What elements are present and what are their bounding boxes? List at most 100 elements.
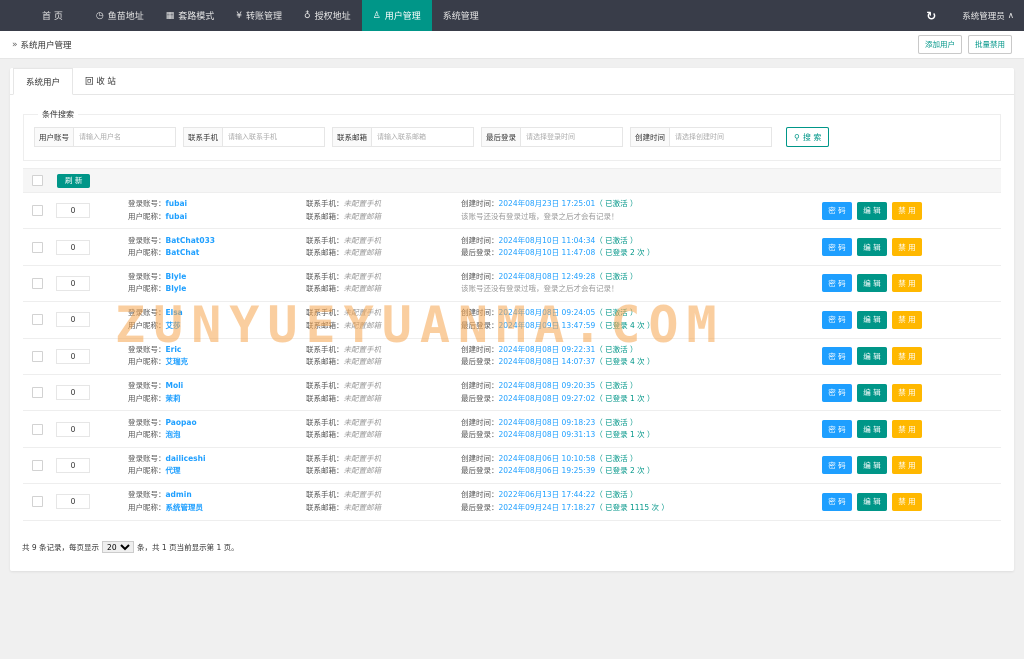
row-checkbox[interactable] [32, 350, 43, 362]
row-checkbox[interactable] [32, 314, 43, 326]
account-cell: 登录账号：fubai 用户昵称：fubai [128, 198, 187, 223]
breadcrumb-actions: 添加用户 批量禁用 [918, 35, 1012, 54]
disable-button[interactable]: 禁 用 [892, 238, 922, 257]
search-button-label: 搜 索 [802, 132, 822, 142]
password-button[interactable]: 密 码 [822, 238, 852, 257]
password-button[interactable]: 密 码 [822, 274, 852, 293]
password-button[interactable]: 密 码 [822, 347, 852, 366]
phone-label: 联系手机： [306, 199, 344, 209]
row-checkbox[interactable] [32, 496, 43, 508]
last-login-input[interactable] [521, 128, 622, 146]
sort-input[interactable]: 0 [56, 494, 90, 510]
nav-home[interactable]: 首 页 [0, 0, 85, 31]
batch-disable-button[interactable]: 批量禁用 [968, 35, 1012, 54]
disable-button[interactable]: 禁 用 [892, 456, 922, 475]
tab-recycle-bin[interactable]: 回 收 站 [73, 68, 128, 94]
refresh-button[interactable]: 刷 新 [57, 173, 91, 188]
nav-fish-address[interactable]: ◷ 鱼苗地址 [85, 0, 155, 31]
disable-button[interactable]: 禁 用 [892, 310, 922, 329]
row-checkbox[interactable] [32, 241, 43, 253]
edit-button[interactable]: 编 辑 [857, 310, 887, 329]
edit-button[interactable]: 编 辑 [857, 456, 887, 475]
row-checkbox[interactable] [32, 387, 43, 399]
disable-button[interactable]: 禁 用 [892, 274, 922, 293]
phone-value: 未配置手机 [343, 308, 382, 318]
page-size-select[interactable]: 20 [102, 541, 135, 553]
row-actions: 密 码 编 辑 禁 用 [822, 492, 922, 511]
sort-input[interactable]: 0 [56, 348, 90, 364]
disable-button[interactable]: 禁 用 [892, 347, 922, 366]
edit-button[interactable]: 编 辑 [857, 201, 887, 220]
disable-button[interactable]: 禁 用 [892, 201, 922, 220]
search-fieldset: 条件搜索 用户账号 联系手机 联系邮箱 最后登录 创建时间 ⚲搜 索 [23, 109, 1001, 161]
password-button[interactable]: 密 码 [822, 456, 852, 475]
edit-button[interactable]: 编 辑 [857, 383, 887, 402]
password-button[interactable]: 密 码 [822, 492, 852, 511]
sort-input[interactable]: 0 [56, 421, 90, 437]
nav-fish-address-label: 鱼苗地址 [107, 12, 144, 22]
account-line: 登录账号：dailiceshi [128, 453, 206, 466]
sort-input[interactable]: 0 [56, 275, 90, 291]
search-button[interactable]: ⚲ 搜 索 [786, 127, 830, 147]
password-button[interactable]: 密 码 [822, 420, 852, 439]
edit-button[interactable]: 编 辑 [857, 238, 887, 257]
disable-button[interactable]: 禁 用 [892, 383, 922, 402]
table-row: 0 登录账号：Elsa 用户昵称：艾莎 联系手机：未配置手机 联系邮箱：未配置邮… [23, 302, 1001, 339]
phone-input[interactable] [223, 128, 324, 146]
password-button[interactable]: 密 码 [822, 383, 852, 402]
refresh-icon[interactable]: ↻ [912, 0, 950, 31]
nickname-value: 代理 [165, 466, 181, 476]
password-button[interactable]: 密 码 [822, 201, 852, 220]
nickname-line: 用户昵称：代理 [128, 465, 206, 478]
last-login-line: 最后登录：2024年08月09日 13:47:59（ 已登录 4 次 ） [461, 320, 655, 333]
sort-input[interactable]: 0 [56, 203, 90, 219]
nav-routine-mode[interactable]: ▦ 套路模式 [155, 0, 226, 31]
row-checkbox[interactable] [32, 205, 43, 217]
row-checkbox[interactable] [32, 423, 43, 435]
nav-system-manage[interactable]: 系统管理 [432, 0, 490, 31]
phone-line: 联系手机：未配置手机 [306, 417, 381, 430]
phone-label: 联系手机： [306, 271, 344, 281]
last-login-line: 最后登录：2024年09月24日 17:18:27（ 已登录 1115 次 ） [461, 502, 669, 515]
account-value: Paopao [165, 417, 197, 427]
add-user-button[interactable]: 添加用户 [918, 35, 962, 54]
sort-input[interactable]: 0 [56, 239, 90, 255]
sort-input[interactable]: 0 [56, 312, 90, 328]
edit-button[interactable]: 编 辑 [857, 420, 887, 439]
row-checkbox[interactable] [32, 459, 43, 471]
email-value: 未配置邮箱 [343, 430, 382, 440]
account-input[interactable] [74, 128, 175, 146]
disable-button[interactable]: 禁 用 [892, 420, 922, 439]
user-menu[interactable]: 系统管理员 ∧ [950, 0, 1024, 31]
email-input[interactable] [372, 128, 473, 146]
nav-auth-address[interactable]: ♁ 授权地址 [293, 0, 362, 31]
email-label: 联系邮箱： [306, 211, 344, 221]
password-button[interactable]: 密 码 [822, 310, 852, 329]
sort-input[interactable]: 0 [56, 385, 90, 401]
clock-icon: ◷ [95, 10, 104, 21]
select-all-checkbox[interactable] [32, 175, 43, 186]
edit-button[interactable]: 编 辑 [857, 274, 887, 293]
created-time: 2024年08月08日 09:20:35 [498, 381, 596, 391]
created-input[interactable] [670, 128, 771, 146]
created-time: 2024年08月08日 09:22:31 [498, 344, 596, 354]
time-cell: 创建时间：2022年06月13日 17:44:22（ 已激活 ） 最后登录：20… [461, 489, 669, 514]
account-label: 登录账号： [128, 199, 166, 209]
edit-button[interactable]: 编 辑 [857, 347, 887, 366]
time-cell: 创建时间：2024年08月06日 10:10:58（ 已激活 ） 最后登录：20… [461, 453, 655, 478]
row-checkbox[interactable] [32, 277, 43, 289]
created-time: 2024年08月06日 10:10:58 [498, 453, 596, 463]
last-login-line: 最后登录：2024年08月10日 11:47:08（ 已登录 2 次 ） [461, 247, 655, 260]
last-login-line: 该账号还没有登录过哦，登录之后才会有记录！ [461, 283, 638, 296]
sort-input[interactable]: 0 [56, 457, 90, 473]
nav-user-manage[interactable]: ♙ 用户管理 [361, 0, 432, 31]
disable-button[interactable]: 禁 用 [892, 492, 922, 511]
edit-button[interactable]: 编 辑 [857, 492, 887, 511]
account-value: fubai [165, 199, 188, 209]
search-label-last-login: 最后登录 [482, 128, 521, 146]
nickname-line: 用户昵称：艾莎 [128, 320, 183, 333]
last-login-time: 2024年08月10日 11:47:08 [498, 248, 596, 258]
tab-system-users[interactable]: 系统用户 [13, 68, 74, 95]
nav-transfer[interactable]: ¥ 转账管理 [225, 0, 293, 31]
phone-line: 联系手机：未配置手机 [306, 198, 381, 211]
